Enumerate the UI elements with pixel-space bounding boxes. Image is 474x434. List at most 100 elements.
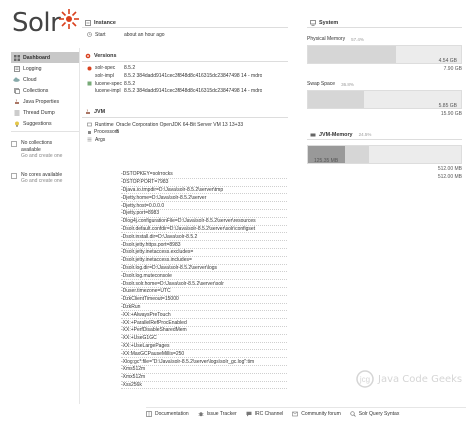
processors-value: 8 — [116, 129, 119, 136]
jvm-arg-row: -XX:MaxGCPauseMillis=250 — [121, 350, 287, 359]
runtime-icon — [87, 122, 93, 127]
jvm-memory-used: 125.35 MB — [314, 158, 339, 164]
java-icon — [13, 98, 20, 105]
version-value: 8.5.2 384dadd9141cec3f848d8c416315dc2384… — [124, 72, 263, 79]
jvm-memory-bar: 125.35 MB — [307, 145, 462, 164]
versions-icon — [84, 53, 91, 60]
sidebar-item-collections[interactable]: Collections — [11, 85, 79, 96]
create-core-link[interactable]: Go and create one — [21, 178, 62, 185]
physical-memory-label: Physical Memory 57.4% — [307, 36, 462, 42]
book-icon — [146, 411, 152, 417]
sidebar-item-dashboard[interactable]: Dashboard — [11, 52, 79, 63]
sidebar-item-cloud[interactable]: Cloud — [11, 74, 79, 85]
jvm-arg-row: -DzkClientTimeout=15000 — [121, 296, 287, 304]
collections-status-icon — [11, 140, 19, 160]
jvm-arg-row: -Duser.timezone=UTC — [121, 288, 287, 296]
jvm-arg-row: -Djetty.home=D:\Java\solr-8.5.2\server — [121, 194, 287, 203]
cores-status-icon — [11, 172, 19, 185]
watermark-text: Java Code Geeks — [378, 373, 463, 385]
jvm-arg-row: -Xms512m — [121, 366, 287, 374]
start-label-wrap: Start — [82, 32, 116, 38]
bulb-icon — [13, 120, 20, 127]
sidebar-divider — [79, 48, 80, 404]
version-value: 8.5.2 — [124, 65, 136, 72]
sun-icon — [59, 9, 80, 29]
sidebar-item-logging[interactable]: Logging — [11, 63, 79, 74]
sidebar-separator — [11, 131, 79, 132]
footer-query-syntax-link[interactable]: Solr Query Syntax — [350, 411, 399, 417]
jvm-processors-row: Processors 8 — [82, 129, 288, 137]
sidebar-item-label: Thread Dump — [23, 109, 55, 116]
footer-irc-channel-link[interactable]: IRC Channel — [246, 411, 284, 417]
lucene-icon — [87, 81, 93, 86]
collections-icon — [13, 87, 20, 94]
logging-icon — [13, 65, 20, 72]
chat-icon — [246, 411, 252, 417]
swap-space-bar: 5.85 GB — [307, 90, 462, 109]
processors-label-wrap: Processors — [82, 129, 119, 135]
jvm-arg-row: -XX:+UseLargePages — [121, 343, 287, 351]
jvm-arg-row: -XX:+AlwaysPreTouch — [121, 311, 287, 320]
logo-wordmark: Solr — [12, 8, 61, 38]
jvm-arg-row: -Xss256k — [121, 382, 287, 390]
jvm-args-list: -DSTOPKEY=solrrocks -DSTOP.PORT=7983 -Djav… — [121, 171, 287, 390]
footer-link-label: Documentation — [155, 411, 189, 417]
jvm-arg-row: -Djetty.host=0.0.0.0 — [121, 202, 287, 210]
physical-memory-used: 4.54 GB — [438, 58, 457, 64]
system-column: System Physical Memory 57.4% 4.54 GB 7.9… — [307, 18, 462, 180]
system-title: System — [319, 19, 339, 26]
version-row: lucene-impl 8.5.2 384dadd9141cec3f848d8c… — [82, 87, 288, 95]
jvm-arg-row: -DSTOPKEY=solrrocks — [121, 171, 287, 179]
jvm-arg-row: -Djetty.port=8983 — [121, 210, 287, 218]
footer-issue-tracker-link[interactable]: Issue Tracker — [197, 411, 237, 417]
footer-documentation-link[interactable]: Documentation — [146, 411, 189, 417]
sidebar-item-thread-dump[interactable]: Thread Dump — [11, 107, 79, 118]
jvm-arg-row: -DSTOP.PORT=7983 — [121, 179, 287, 187]
footer: Documentation Issue Tracker IRC Channel … — [146, 407, 466, 417]
info-column: Instance Start about an hour ago Version… — [82, 18, 288, 144]
sidebar-item-java-properties[interactable]: Java Properties — [11, 96, 79, 107]
jvm-arg-row: -Dlog4j.configurationFile=D:\Java\solr-8… — [121, 218, 287, 226]
footer-link-label: IRC Channel — [254, 411, 284, 417]
svg-text:jcg: jcg — [359, 375, 370, 384]
footer-community-forum-link[interactable]: Community forum — [292, 411, 341, 417]
cpu-icon — [87, 130, 92, 135]
jvm-arg-row: -Dsolr.install.dir=D:\Java\solr-8.5.2 — [121, 233, 287, 242]
versions-title: Versions — [94, 53, 117, 60]
instance-icon — [84, 19, 91, 26]
instance-panel-title: Instance — [82, 18, 288, 28]
sidebar: Dashboard Logging Cloud Collections Java… — [11, 52, 79, 185]
sidebar-item-label: Java Properties — [23, 98, 60, 105]
jvm-arg-row: -Dsolr.jetty.inetaccess.excludes= — [121, 249, 287, 257]
jvm-arg-row: -Xlog:gc*:file="D:\Java\solr-8.5.2\serve… — [121, 358, 287, 366]
physical-memory-bar: 4.54 GB — [307, 45, 462, 64]
runtime-label-wrap: Runtime — [82, 122, 116, 128]
swap-space-fill — [308, 91, 365, 108]
sidebar-item-label: Suggestions — [23, 120, 52, 127]
sidebar-item-label: Cloud — [23, 76, 37, 83]
instance-start-row: Start about an hour ago — [82, 31, 288, 39]
jvm-memory-title: JVM-Memory — [319, 131, 353, 138]
thread-icon — [13, 109, 20, 116]
jcg-logo-icon: jcg — [356, 370, 374, 388]
swap-space-label: Swap Space 36.8% — [307, 81, 462, 87]
version-row: solr-impl 8.5.2 384dadd9141cec3f848d8c41… — [82, 72, 288, 80]
args-label-wrap: Args — [82, 137, 116, 143]
sidebar-item-label: Collections — [23, 87, 49, 94]
solr-logo[interactable]: Solr — [12, 4, 80, 42]
jvm-icon — [84, 109, 91, 116]
version-key-wrap: solr-spec — [82, 65, 124, 71]
version-key: lucene-spec — [95, 80, 122, 87]
create-collection-link[interactable]: Go and create one — [21, 153, 62, 160]
jvm-memory-total: 512.00 MB — [437, 166, 462, 172]
mail-icon — [292, 411, 299, 417]
args-label: Args — [95, 136, 106, 143]
cloud-icon — [13, 76, 20, 83]
system-panel-title: System — [307, 18, 462, 28]
jvm-arg-row: -DzkRun — [121, 304, 287, 312]
bug-icon — [197, 411, 204, 417]
version-key: solr-impl — [95, 72, 114, 79]
sidebar-item-suggestions[interactable]: Suggestions — [11, 118, 79, 129]
jvm-arg-row: -XX:+PerfDisableSharedMem — [121, 327, 287, 335]
footer-link-label: Community forum — [301, 411, 341, 417]
